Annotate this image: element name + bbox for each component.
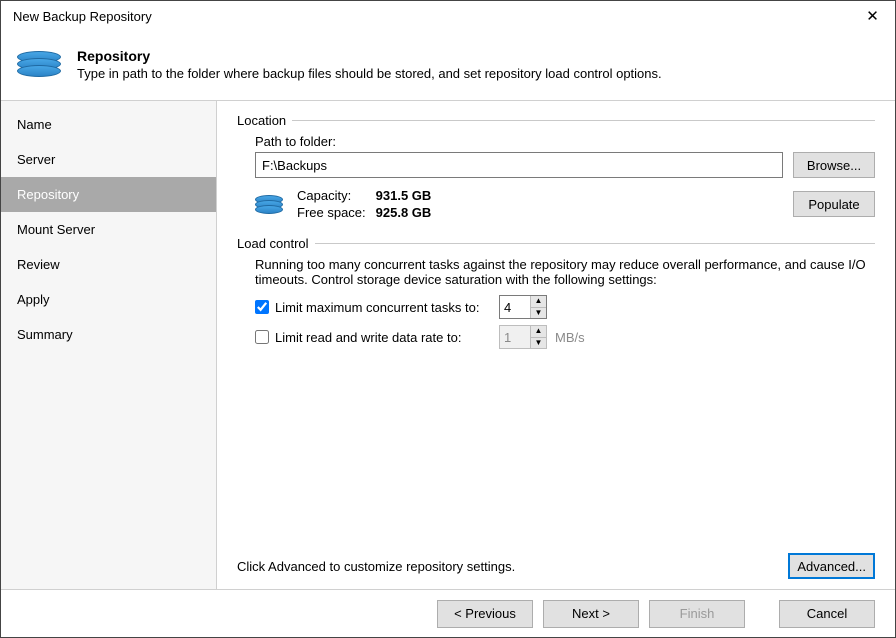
body: Name Server Repository Mount Server Revi… (1, 101, 895, 589)
banner: Repository Type in path to the folder wh… (1, 31, 895, 101)
sidebar-item-summary[interactable]: Summary (1, 317, 216, 352)
cancel-button[interactable]: Cancel (779, 600, 875, 628)
browse-button[interactable]: Browse... (793, 152, 875, 178)
capacity-value: 931.5 GB (376, 188, 432, 203)
limit-rate-spinbox: ▲ ▼ (499, 325, 547, 349)
sidebar-item-apply[interactable]: Apply (1, 282, 216, 317)
advanced-hint: Click Advanced to customize repository s… (237, 559, 778, 574)
location-group-header: Location (237, 113, 875, 128)
capacity-table: Capacity: 931.5 GB Free space: 925.8 GB (297, 188, 431, 220)
limit-tasks-value[interactable] (500, 296, 530, 318)
load-control-description: Running too many concurrent tasks agains… (255, 257, 875, 287)
window-title: New Backup Repository (13, 9, 850, 24)
banner-subtitle: Type in path to the folder where backup … (77, 66, 662, 81)
banner-text: Repository Type in path to the folder wh… (77, 46, 662, 81)
close-icon: ✕ (866, 7, 879, 25)
limit-tasks-spinbox[interactable]: ▲ ▼ (499, 295, 547, 319)
path-label: Path to folder: (255, 134, 875, 149)
close-button[interactable]: ✕ (850, 1, 895, 31)
limit-tasks-down-icon[interactable]: ▼ (531, 308, 546, 319)
limit-rate-value (500, 326, 530, 348)
finish-button: Finish (649, 600, 745, 628)
limit-rate-label: Limit read and write data rate to: (275, 330, 461, 345)
limit-rate-checkbox[interactable] (255, 330, 269, 344)
disk-capacity-icon (255, 195, 283, 214)
sidebar-item-review[interactable]: Review (1, 247, 216, 282)
limit-tasks-checkbox[interactable] (255, 300, 269, 314)
sidebar-item-server[interactable]: Server (1, 142, 216, 177)
advanced-button[interactable]: Advanced... (788, 553, 875, 579)
limit-tasks-row: Limit maximum concurrent tasks to: ▲ ▼ (255, 295, 875, 319)
content-pane: Location Path to folder: Browse... Capac… (217, 101, 895, 589)
free-space-value: 925.8 GB (376, 205, 432, 220)
banner-title: Repository (77, 48, 662, 64)
sidebar-item-repository[interactable]: Repository (1, 177, 216, 212)
sidebar-item-name[interactable]: Name (1, 107, 216, 142)
populate-button[interactable]: Populate (793, 191, 875, 217)
load-control-group-title: Load control (237, 236, 309, 251)
previous-button[interactable]: < Previous (437, 600, 533, 628)
limit-rate-up-icon: ▲ (531, 326, 546, 338)
next-button[interactable]: Next > (543, 600, 639, 628)
capacity-label: Capacity: (297, 188, 366, 203)
limit-rate-unit: MB/s (555, 330, 585, 345)
disk-stack-icon (17, 51, 61, 77)
free-space-label: Free space: (297, 205, 366, 220)
path-input[interactable] (255, 152, 783, 178)
limit-rate-row: Limit read and write data rate to: ▲ ▼ M… (255, 325, 875, 349)
limit-tasks-label: Limit maximum concurrent tasks to: (275, 300, 479, 315)
limit-tasks-up-icon[interactable]: ▲ (531, 296, 546, 308)
dialog-window: New Backup Repository ✕ Repository Type … (0, 0, 896, 638)
titlebar: New Backup Repository ✕ (1, 1, 895, 31)
location-group-title: Location (237, 113, 286, 128)
limit-rate-down-icon: ▼ (531, 338, 546, 349)
sidebar-item-mount-server[interactable]: Mount Server (1, 212, 216, 247)
sidebar: Name Server Repository Mount Server Revi… (1, 101, 217, 589)
load-control-group-header: Load control (237, 236, 875, 251)
footer: < Previous Next > Finish Cancel (1, 589, 895, 637)
